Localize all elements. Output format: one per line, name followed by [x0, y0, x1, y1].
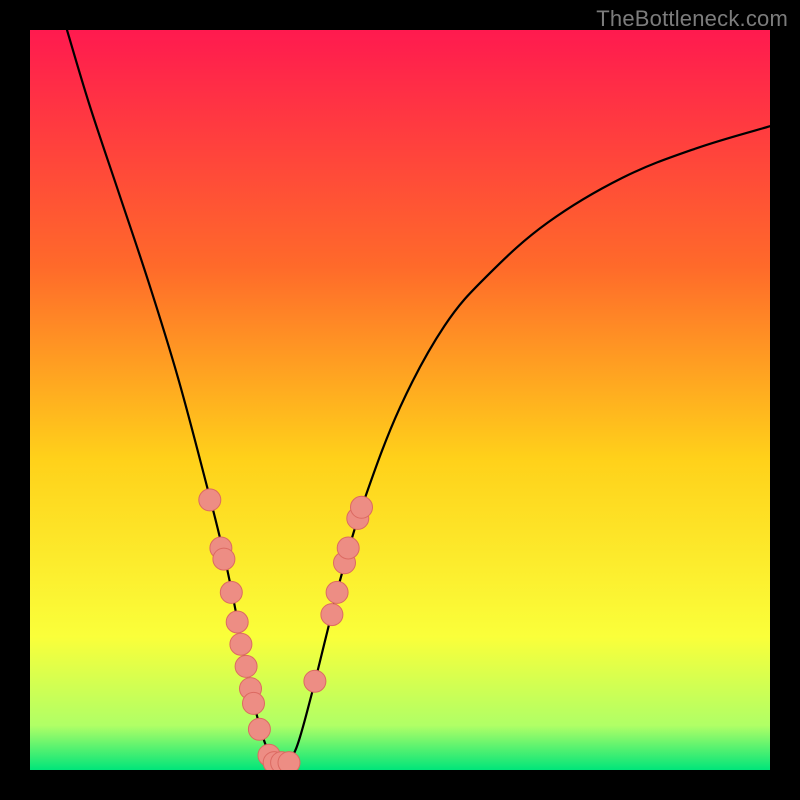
curve-marker-dot — [351, 496, 373, 518]
curve-marker-dot — [304, 670, 326, 692]
curve-marker-dot — [199, 489, 221, 511]
watermark-text: TheBottleneck.com — [596, 6, 788, 32]
curve-marker-dot — [230, 633, 252, 655]
gradient-background — [30, 30, 770, 770]
curve-marker-dot — [278, 752, 300, 770]
curve-marker-dot — [337, 537, 359, 559]
curve-marker-dot — [213, 548, 235, 570]
curve-marker-dot — [226, 611, 248, 633]
curve-marker-dot — [243, 692, 265, 714]
plot-area — [30, 30, 770, 770]
chart-svg — [30, 30, 770, 770]
curve-marker-dot — [235, 655, 257, 677]
chart-frame: TheBottleneck.com — [0, 0, 800, 800]
curve-marker-dot — [248, 718, 270, 740]
curve-marker-dot — [321, 604, 343, 626]
curve-marker-dot — [326, 581, 348, 603]
curve-marker-dot — [220, 581, 242, 603]
